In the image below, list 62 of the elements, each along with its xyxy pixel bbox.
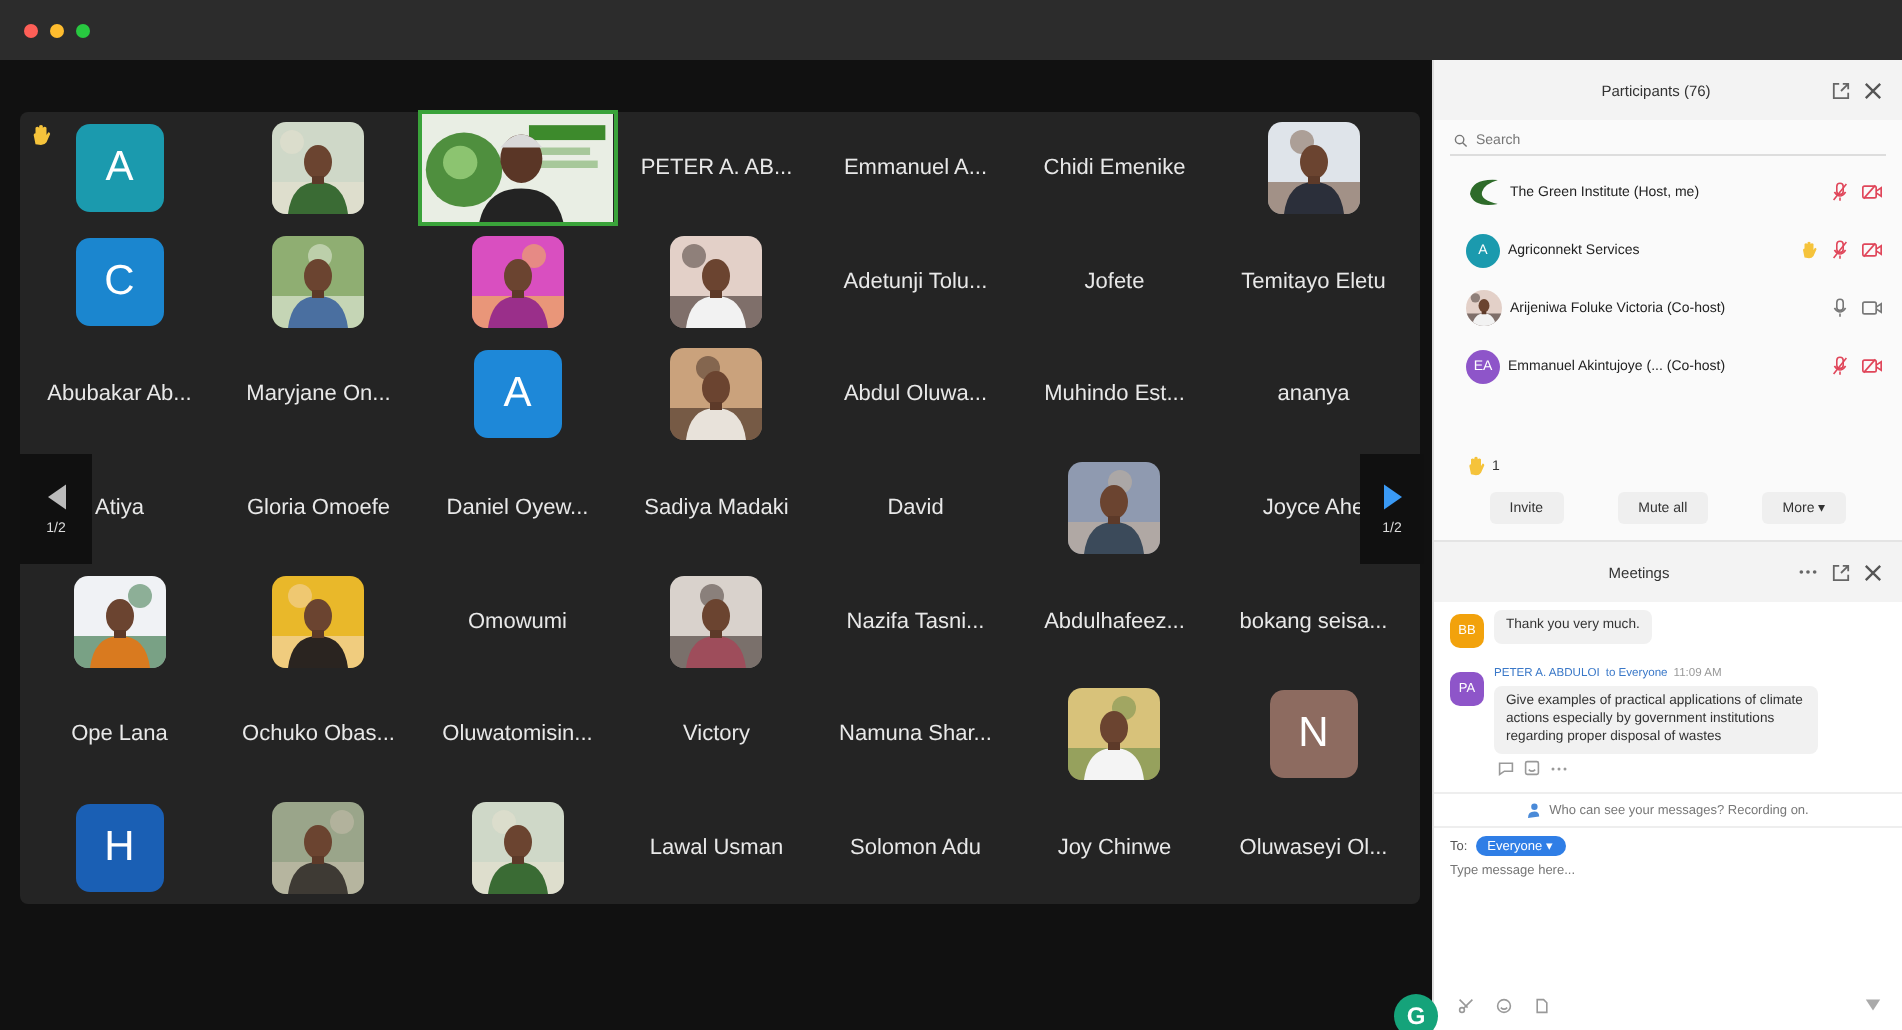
pop-out-icon[interactable] bbox=[1832, 81, 1850, 99]
participant-name: Nazifa Tasni... bbox=[846, 609, 985, 634]
search-icon bbox=[1454, 134, 1468, 148]
participant-name: bokang seisa... bbox=[1239, 609, 1388, 634]
participant-name: Victory bbox=[683, 722, 750, 747]
participant-name: Solomon Adu bbox=[850, 835, 981, 860]
participant-name: Muhindo Est... bbox=[1044, 382, 1185, 407]
participant-name: Emmanuel A... bbox=[843, 156, 988, 181]
minimize-window-button[interactable] bbox=[50, 23, 64, 37]
participant-name: Abubakar Ab... bbox=[47, 382, 192, 407]
muted-microphone-icon[interactable] bbox=[1832, 182, 1848, 202]
reply-icon[interactable] bbox=[1498, 760, 1514, 777]
more-icon[interactable] bbox=[1550, 765, 1568, 772]
participant-name: Temitayo Eletu bbox=[1241, 269, 1386, 294]
scissors-icon[interactable] bbox=[1458, 997, 1474, 1013]
right-arrow-icon bbox=[1383, 483, 1401, 509]
participant-name: Omowumi bbox=[467, 609, 567, 634]
avatar-tile: A bbox=[75, 124, 164, 213]
participant-name: Jofete bbox=[1084, 269, 1145, 294]
video-off-icon[interactable] bbox=[1862, 242, 1882, 258]
participant-name: PETER A. AB... bbox=[640, 156, 793, 181]
participant-name: Lawal Usman bbox=[649, 835, 784, 860]
participant-name: Daniel Oyew... bbox=[446, 496, 589, 521]
file-icon[interactable] bbox=[1534, 997, 1550, 1013]
send-icon[interactable] bbox=[1864, 996, 1882, 1014]
participant-name: Abdulhafeez... bbox=[1044, 609, 1185, 634]
muted-microphone-icon[interactable] bbox=[1832, 240, 1848, 260]
more-icon[interactable] bbox=[1798, 568, 1818, 576]
participant-name: Oluwaseyi Ol... bbox=[1239, 835, 1388, 860]
close-window-button[interactable] bbox=[24, 23, 38, 37]
participant-name: Joy Chinwe bbox=[1057, 835, 1172, 860]
avatar-tile: N bbox=[1269, 690, 1358, 779]
zoom-window-button[interactable] bbox=[76, 23, 90, 37]
muted-microphone-icon[interactable] bbox=[1832, 356, 1848, 376]
participant-name: Chidi Emenike bbox=[1043, 156, 1186, 181]
pop-out-icon[interactable] bbox=[1832, 563, 1850, 581]
participant-name: Abdul Oluwa... bbox=[843, 382, 988, 407]
avatar-tile: C bbox=[75, 237, 164, 326]
video-camera-icon[interactable] bbox=[1862, 300, 1882, 316]
participant-name: David bbox=[887, 496, 944, 521]
leaf-logo-icon bbox=[1466, 174, 1502, 210]
participant-name: Adetunji Tolu... bbox=[843, 269, 988, 294]
emoji-icon[interactable] bbox=[1524, 760, 1540, 777]
microphone-icon[interactable] bbox=[1832, 298, 1848, 318]
participant-name: Ope Lana bbox=[71, 722, 168, 747]
participant-name: ananya bbox=[1277, 382, 1350, 407]
emoji-icon[interactable] bbox=[1496, 997, 1512, 1013]
participant-name: Gloria Omoefe bbox=[246, 496, 391, 521]
participant-name: Oluwatomisin... bbox=[442, 722, 593, 747]
video-off-icon[interactable] bbox=[1862, 184, 1882, 200]
participant-name: Sadiya Madaki bbox=[644, 496, 789, 521]
close-icon[interactable] bbox=[1864, 563, 1882, 581]
avatar-tile: H bbox=[75, 803, 164, 892]
participant-name: Namuna Shar... bbox=[839, 722, 992, 747]
participant-name: Maryjane On... bbox=[246, 382, 391, 407]
participant-name: Ochuko Obas... bbox=[242, 722, 395, 747]
participant-name: Atiya bbox=[95, 496, 144, 521]
video-off-icon[interactable] bbox=[1862, 358, 1882, 374]
avatar-tile: A bbox=[473, 350, 562, 439]
close-icon[interactable] bbox=[1864, 81, 1882, 99]
left-arrow-icon bbox=[47, 483, 65, 509]
raised-hand-icon bbox=[1466, 456, 1486, 476]
